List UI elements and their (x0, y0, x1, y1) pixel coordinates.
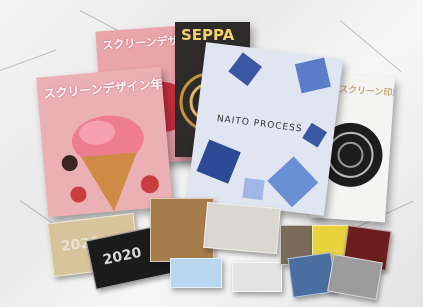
card-colorful-small (170, 258, 222, 288)
card-motorcycle-small (232, 262, 282, 292)
card-grey-art (327, 253, 383, 301)
product-photo: スクリーンデザイン年鑑 SEPPA スクリーン印刷 スクリーンデザイン年鑑 NA… (0, 0, 423, 307)
magazine-title: SEPPA (181, 26, 235, 44)
card-year: 2020 (101, 244, 143, 269)
marble-vein (339, 20, 402, 73)
magazine-naito-process: NAITO PROCESS (186, 42, 344, 216)
card-motorcycle (203, 201, 281, 255)
magazine-icecream-front: スクリーンデザイン年鑑 (36, 66, 173, 218)
magazine-title: スクリーン印刷 (338, 84, 395, 100)
marble-vein (0, 49, 57, 72)
